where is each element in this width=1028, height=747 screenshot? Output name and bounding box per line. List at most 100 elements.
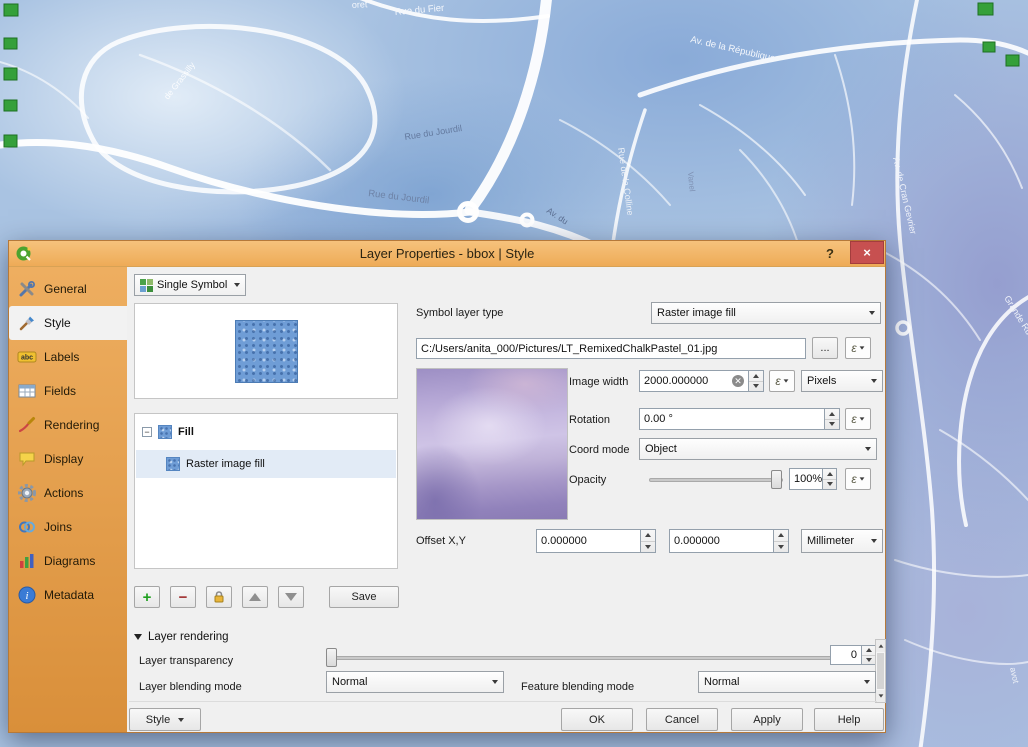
titlebar[interactable]: Layer Properties - bbox | Style ? ×	[9, 241, 885, 267]
street-label: Vanel	[686, 171, 697, 192]
feature-blending-mode-combo[interactable]: Normal	[698, 671, 876, 693]
opacity-slider[interactable]	[649, 470, 783, 490]
sidebar-item-actions[interactable]: Actions	[9, 476, 127, 510]
move-down-button[interactable]	[278, 586, 304, 608]
spin-down-button[interactable]	[749, 382, 763, 392]
table-icon	[17, 381, 37, 401]
spin-down-button[interactable]	[825, 420, 839, 430]
sidebar-item-style[interactable]: Style	[9, 306, 127, 340]
sidebar-item-metadata[interactable]: i Metadata	[9, 578, 127, 612]
slider-track[interactable]	[326, 656, 832, 660]
coord-mode-combo[interactable]: Object	[639, 438, 877, 460]
opacity-spinbox[interactable]: 100%	[789, 468, 823, 490]
remove-symbol-layer-button[interactable]: −	[170, 586, 196, 608]
rotation-input[interactable]: 0.00 °	[639, 408, 825, 430]
help-titlebar-button[interactable]: ?	[819, 244, 841, 264]
qgis-logo-icon	[15, 245, 33, 263]
spin-up-button[interactable]	[825, 409, 839, 420]
spin-down-button[interactable]	[641, 542, 655, 553]
tree-row-fill[interactable]: − Fill	[136, 418, 396, 446]
image-width-spinner[interactable]	[749, 370, 764, 392]
cancel-button-label: Cancel	[665, 714, 699, 726]
image-width-input[interactable]: 2000.000000 ✕	[639, 370, 749, 392]
spin-up-button[interactable]	[862, 646, 875, 656]
style-menu-button[interactable]: Style	[129, 708, 201, 731]
layer-transparency-spinner[interactable]	[862, 645, 876, 665]
scrollbar-thumb[interactable]	[877, 653, 884, 689]
expression-icon: ε	[775, 375, 780, 387]
slider-handle[interactable]	[771, 470, 782, 489]
data-defined-override-button[interactable]: ε	[845, 408, 871, 430]
sidebar-item-labels[interactable]: abc Labels	[9, 340, 127, 374]
save-symbol-button[interactable]: Save	[329, 586, 399, 608]
footer-separator	[129, 701, 877, 702]
spin-up-button[interactable]	[641, 530, 655, 542]
spin-down-button[interactable]	[823, 480, 836, 490]
offset-x-spinner[interactable]	[641, 529, 656, 553]
speech-bubble-icon	[17, 449, 37, 469]
offset-unit-value: Millimeter	[807, 535, 854, 547]
scroll-down-button[interactable]	[876, 690, 885, 702]
apply-button[interactable]: Apply	[731, 708, 803, 731]
spin-down-button[interactable]	[862, 656, 875, 665]
offset-x-input[interactable]: 0.000000	[536, 529, 641, 553]
sidebar-item-rendering[interactable]: Rendering	[9, 408, 127, 442]
browse-button-label: ...	[820, 342, 829, 354]
lock-button[interactable]	[206, 586, 232, 608]
image-width-unit-combo[interactable]: Pixels	[801, 370, 883, 392]
symbol-layer-type-combo[interactable]: Raster image fill	[651, 302, 881, 324]
opacity-spinner[interactable]	[823, 468, 837, 490]
chevron-down-icon	[859, 447, 871, 451]
help-button[interactable]: Help	[814, 708, 884, 731]
rotation-spinner[interactable]	[825, 408, 840, 430]
symbol-type-combo[interactable]: Single Symbol	[134, 274, 246, 296]
cancel-button[interactable]: Cancel	[646, 708, 718, 731]
map-road	[880, 250, 980, 340]
sidebar-item-fields[interactable]: Fields	[9, 374, 127, 408]
layer-blending-mode-label: Layer blending mode	[139, 681, 242, 693]
layer-rendering-header[interactable]: Layer rendering	[134, 631, 229, 643]
tree-expander-icon[interactable]: −	[142, 427, 152, 437]
symbol-type-value: Single Symbol	[157, 279, 227, 291]
scrollbar-vertical[interactable]	[875, 639, 886, 703]
sidebar-item-diagrams[interactable]: Diagrams	[9, 544, 127, 578]
close-icon: ×	[863, 246, 871, 259]
info-icon: i	[17, 585, 37, 605]
slider-handle[interactable]	[326, 648, 337, 667]
street-label: Rue du Jourdil	[404, 123, 463, 142]
ok-button[interactable]: OK	[561, 708, 633, 731]
layer-transparency-spinbox[interactable]: 0	[830, 645, 862, 665]
sidebar-item-general[interactable]: General	[9, 272, 127, 306]
offset-y-spinner[interactable]	[774, 529, 789, 553]
minus-icon: −	[179, 590, 188, 605]
clear-icon[interactable]: ✕	[732, 375, 744, 387]
spin-up-button[interactable]	[823, 469, 836, 480]
close-button[interactable]: ×	[850, 241, 884, 264]
slider-track[interactable]	[649, 478, 783, 482]
data-defined-override-button[interactable]: ε	[845, 337, 871, 359]
browse-file-button[interactable]: ...	[812, 337, 838, 359]
spin-down-button[interactable]	[774, 542, 788, 553]
scroll-up-button[interactable]	[876, 640, 885, 652]
data-defined-override-button[interactable]: ε	[769, 370, 795, 392]
sidebar-item-label: Display	[44, 452, 83, 466]
layer-transparency-slider[interactable]	[326, 648, 832, 668]
image-path-input[interactable]: C:/Users/anita_000/Pictures/LT_RemixedCh…	[416, 338, 806, 359]
coord-mode-label: Coord mode	[569, 444, 630, 456]
tree-row-raster-image-fill[interactable]: Raster image fill	[136, 450, 396, 478]
sidebar-item-display[interactable]: Display	[9, 442, 127, 476]
offset-unit-combo[interactable]: Millimeter	[801, 529, 883, 553]
sidebar-item-joins[interactable]: Joins	[9, 510, 127, 544]
offset-y-input[interactable]: 0.000000	[669, 529, 774, 553]
map-road	[897, 0, 934, 747]
svg-text:i: i	[25, 590, 28, 602]
data-defined-override-button[interactable]: ε	[845, 468, 871, 490]
layer-blending-mode-combo[interactable]: Normal	[326, 671, 504, 693]
spin-up-button[interactable]	[749, 371, 763, 382]
add-symbol-layer-button[interactable]: +	[134, 586, 160, 608]
move-up-button[interactable]	[242, 586, 268, 608]
green-marker-icon	[1006, 55, 1019, 66]
spin-up-button[interactable]	[774, 530, 788, 542]
sidebar-item-label: Fields	[44, 384, 76, 398]
sidebar-item-label: Diagrams	[44, 554, 95, 568]
